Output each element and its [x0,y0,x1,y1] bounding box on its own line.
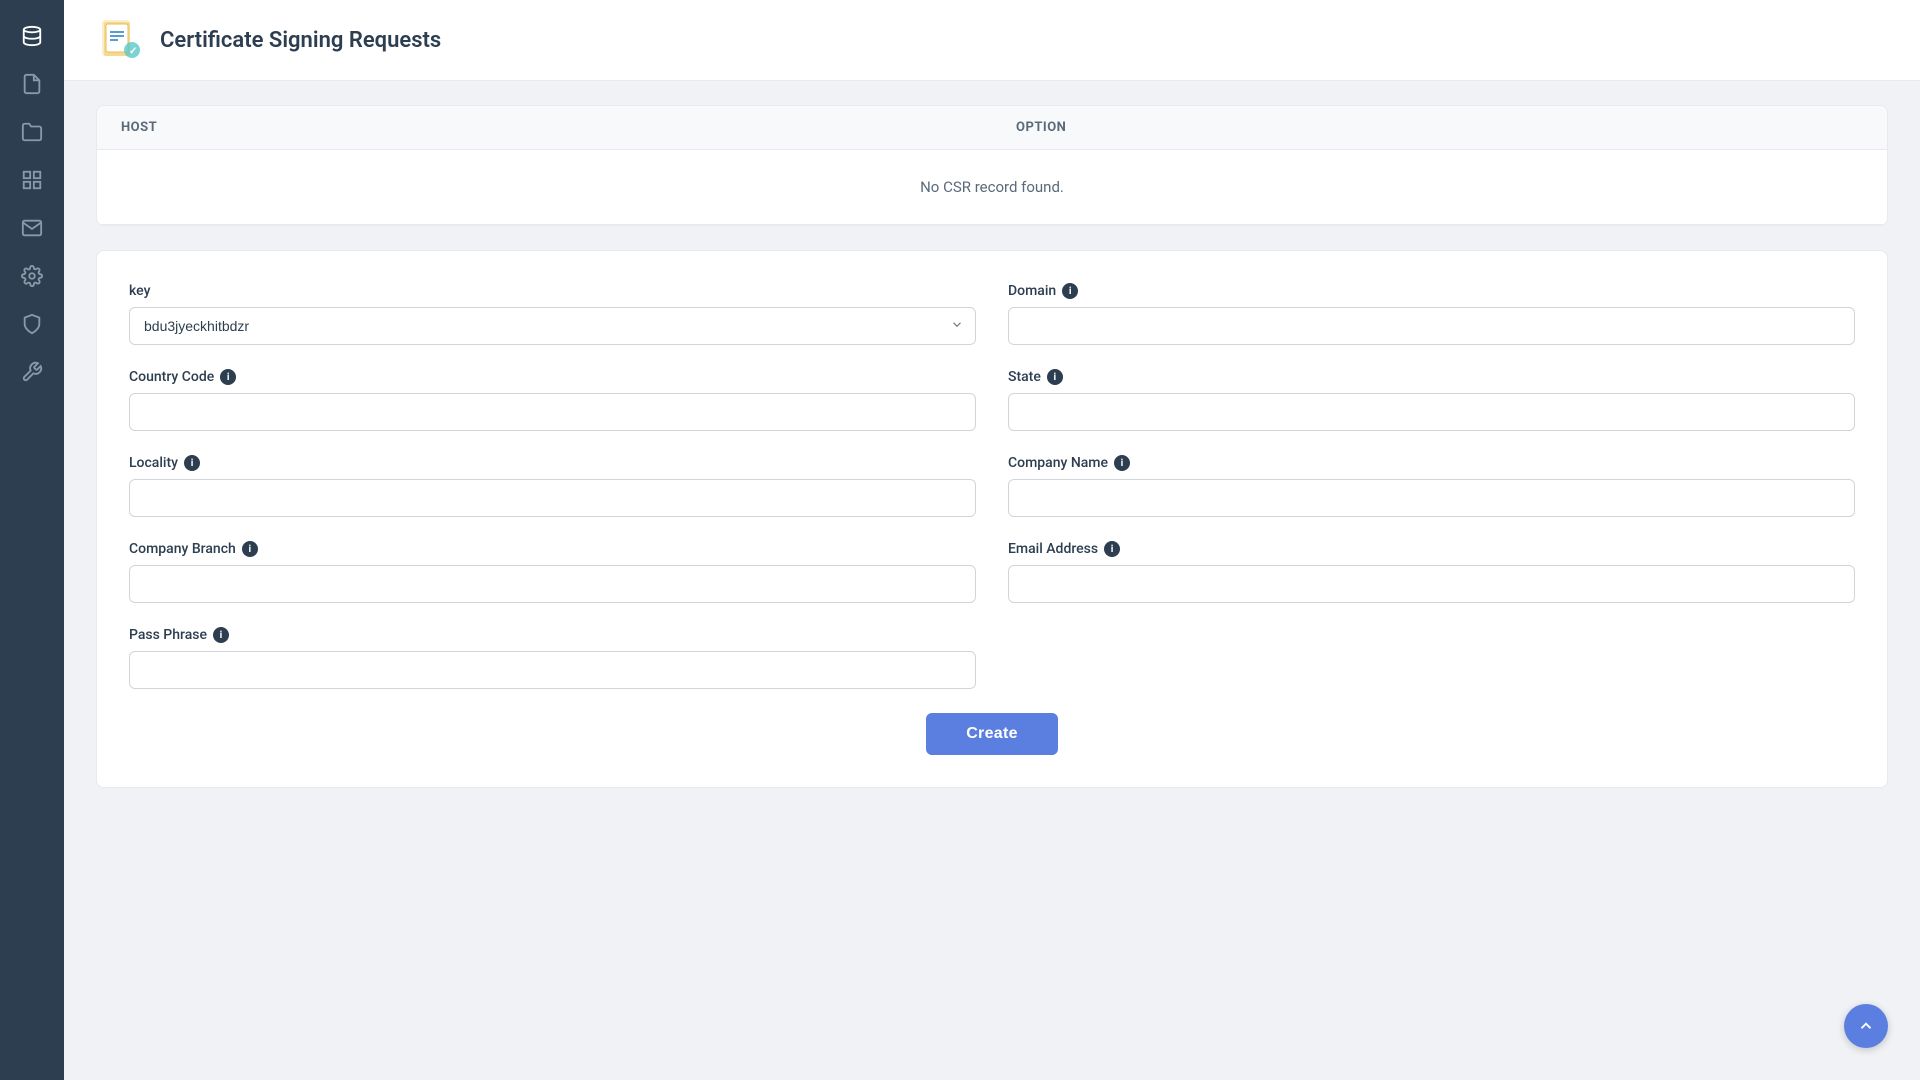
pass-phrase-label: Pass Phrase i [129,627,976,643]
sidebar-item-mail[interactable] [12,208,52,248]
key-group: key bdu3jyeckhitbdzr [129,283,976,345]
key-select[interactable]: bdu3jyeckhitbdzr [129,307,976,345]
sidebar-item-folder[interactable] [12,112,52,152]
sidebar [0,0,64,1080]
domain-group: Domain i [1008,283,1855,345]
country-code-input[interactable] [129,393,976,431]
email-address-label: Email Address i [1008,541,1855,557]
country-code-group: Country Code i [129,369,976,431]
company-name-info-icon[interactable]: i [1114,455,1130,471]
country-code-label: Country Code i [129,369,976,385]
table-empty-message: No CSR record found. [97,150,1887,225]
key-label: key [129,283,976,299]
form-row-passphrase: Pass Phrase i [129,627,1855,689]
scroll-to-top-button[interactable] [1844,1004,1888,1048]
state-group: State i [1008,369,1855,431]
pass-phrase-input[interactable] [129,651,976,689]
email-address-input[interactable] [1008,565,1855,603]
domain-label: Domain i [1008,283,1855,299]
locality-group: Locality i [129,455,976,517]
page-icon: ✓ [96,16,144,64]
form-row-country-state: Country Code i State i [129,369,1855,431]
create-button-row: Create [129,713,1855,755]
form-row-locality-company: Locality i Company Name i [129,455,1855,517]
sidebar-item-file[interactable] [12,64,52,104]
csr-table: HOST OPTION No CSR record found. [96,105,1888,226]
form-row-key-domain: key bdu3jyeckhitbdzr Domain i [129,283,1855,345]
sidebar-item-shield[interactable] [12,304,52,344]
email-address-info-icon[interactable]: i [1104,541,1120,557]
email-address-group: Email Address i [1008,541,1855,603]
table-header: HOST OPTION [97,106,1887,150]
form-row-branch-email: Company Branch i Email Address i [129,541,1855,603]
host-column-header: HOST [97,106,992,149]
company-branch-input[interactable] [129,565,976,603]
company-name-group: Company Name i [1008,455,1855,517]
sidebar-item-tools[interactable] [12,352,52,392]
pass-phrase-info-icon[interactable]: i [213,627,229,643]
svg-text:✓: ✓ [129,46,137,57]
company-name-input[interactable] [1008,479,1855,517]
company-branch-info-icon[interactable]: i [242,541,258,557]
company-branch-label: Company Branch i [129,541,976,557]
state-input[interactable] [1008,393,1855,431]
sidebar-item-database[interactable] [12,16,52,56]
company-name-label: Company Name i [1008,455,1855,471]
country-code-info-icon[interactable]: i [220,369,236,385]
state-info-icon[interactable]: i [1047,369,1063,385]
locality-input[interactable] [129,479,976,517]
page-header: ✓ Certificate Signing Requests [64,0,1920,81]
sidebar-item-settings[interactable] [12,256,52,296]
sidebar-item-grid[interactable] [12,160,52,200]
pass-phrase-group: Pass Phrase i [129,627,976,689]
state-label: State i [1008,369,1855,385]
locality-label: Locality i [129,455,976,471]
csr-form: key bdu3jyeckhitbdzr Domain i [96,250,1888,788]
domain-input[interactable] [1008,307,1855,345]
create-button[interactable]: Create [926,713,1058,755]
option-column-header: OPTION [992,106,1887,149]
main-content: ✓ Certificate Signing Requests HOST OPTI… [64,0,1920,1080]
domain-info-icon[interactable]: i [1062,283,1078,299]
company-branch-group: Company Branch i [129,541,976,603]
locality-info-icon[interactable]: i [184,455,200,471]
page-title: Certificate Signing Requests [160,28,441,53]
key-select-wrapper: bdu3jyeckhitbdzr [129,307,976,345]
